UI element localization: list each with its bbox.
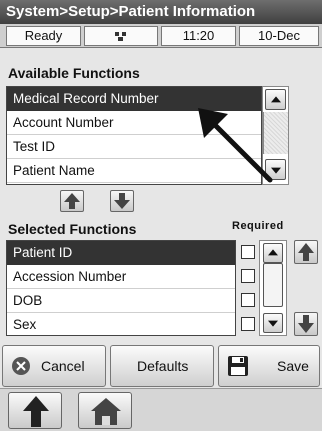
- save-button[interactable]: Save: [218, 345, 320, 387]
- status-network: [84, 26, 158, 46]
- available-functions-label: Available Functions: [8, 65, 140, 81]
- required-checkbox[interactable]: [241, 293, 255, 307]
- close-icon: [12, 357, 30, 375]
- required-checkbox[interactable]: [241, 245, 255, 259]
- status-bar: Ready 11:20 10-Dec: [0, 24, 322, 48]
- status-ready: Ready: [6, 26, 81, 46]
- reorder-up-button[interactable]: [294, 240, 318, 264]
- list-item[interactable]: Accession Number: [7, 265, 235, 289]
- arrow-up-icon: [298, 243, 314, 261]
- scroll-up-button[interactable]: [263, 243, 283, 263]
- status-time: 11:20: [161, 26, 236, 46]
- status-date: 10-Dec: [239, 26, 319, 46]
- page-title: System>Setup>Patient Information: [6, 3, 256, 20]
- selected-functions-label: Selected Functions: [8, 221, 137, 237]
- move-down-button[interactable]: [110, 190, 134, 212]
- selected-scrollbar[interactable]: [259, 240, 287, 336]
- arrow-down-icon: [298, 315, 314, 333]
- defaults-button[interactable]: Defaults: [110, 345, 214, 387]
- chevron-up-icon: [268, 249, 278, 256]
- arrow-down-icon: [114, 193, 130, 209]
- cancel-button[interactable]: Cancel: [2, 345, 106, 387]
- back-button[interactable]: [8, 392, 62, 429]
- reorder-down-button[interactable]: [294, 312, 318, 336]
- list-item[interactable]: DOB: [7, 289, 235, 313]
- selected-functions-list[interactable]: Patient ID Accession Number DOB Sex: [6, 240, 236, 336]
- arrow-up-icon: [23, 396, 49, 427]
- bottom-navigation: [0, 388, 322, 431]
- move-up-button[interactable]: [60, 190, 84, 212]
- list-item[interactable]: Patient ID: [7, 241, 235, 265]
- required-checkbox[interactable]: [241, 269, 255, 283]
- required-checkbox[interactable]: [241, 317, 255, 331]
- home-button[interactable]: [78, 392, 132, 429]
- scroll-down-button[interactable]: [263, 313, 283, 333]
- list-item[interactable]: Sex: [7, 313, 235, 335]
- required-label: Required: [232, 220, 284, 232]
- pointer-arrow-icon: [198, 108, 273, 183]
- scroll-thumb[interactable]: [263, 263, 283, 307]
- floppy-disk-icon: [228, 356, 248, 376]
- home-icon: [91, 398, 121, 425]
- chevron-down-icon: [268, 320, 278, 327]
- title-bar: System>Setup>Patient Information: [0, 0, 322, 24]
- arrow-up-icon: [64, 193, 80, 209]
- network-icon: [115, 32, 126, 41]
